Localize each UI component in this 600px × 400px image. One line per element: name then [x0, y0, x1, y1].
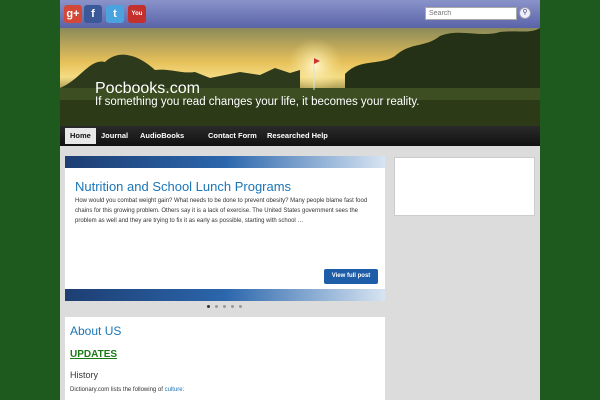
slider-dot[interactable]	[207, 305, 210, 308]
nav-item-audiobooks[interactable]: AudioBooks	[140, 128, 184, 144]
main-nav: Home Journal AudioBooks Contact Form Res…	[60, 126, 540, 146]
top-bar: g+ f t You ⚲	[60, 0, 540, 28]
twitter-icon[interactable]: t	[106, 5, 124, 23]
slider-dot[interactable]	[215, 305, 218, 308]
site-tagline: If something you read changes your life,…	[95, 96, 420, 108]
slider-dot[interactable]	[231, 305, 234, 308]
history-heading: History	[70, 370, 99, 380]
updates-link[interactable]: UPDATES	[70, 349, 117, 360]
post-excerpt: How would you combat weight gain? What n…	[75, 198, 368, 224]
post-title[interactable]: Nutrition and School Lunch Programs	[75, 179, 291, 194]
nav-item-researched-help[interactable]: Researched Help	[267, 128, 328, 144]
google-plus-icon[interactable]: g+	[64, 5, 82, 23]
youtube-icon[interactable]: You	[128, 5, 146, 23]
dictionary-text: Dictionary.com lists the following of cu…	[70, 387, 184, 393]
page-container: g+ f t You ⚲	[60, 0, 540, 400]
sunset-landscape-image	[60, 28, 540, 126]
nav-item-journal[interactable]: Journal	[101, 128, 128, 144]
nav-item-home[interactable]: Home	[65, 128, 96, 144]
featured-slider: Nutrition and School Lunch Programs How …	[65, 156, 385, 301]
facebook-icon[interactable]: f	[84, 5, 102, 23]
nav-item-contact-form[interactable]: Contact Form	[208, 128, 257, 144]
slider-dot[interactable]	[239, 305, 242, 308]
search-icon[interactable]: ⚲	[519, 7, 531, 19]
about-section: About US UPDATES History Dictionary.com …	[65, 317, 385, 400]
sidebar-widget	[394, 157, 535, 216]
header-banner: Pocbooks.com If something you read chang…	[60, 28, 540, 126]
view-full-post-button[interactable]: View full post	[324, 269, 378, 284]
slider-top-bar	[65, 156, 385, 168]
slider-bottom-bar	[65, 289, 385, 301]
culture-link[interactable]: culture:	[165, 387, 185, 393]
slider-dot[interactable]	[223, 305, 226, 308]
dictionary-text-body: Dictionary.com lists the following of	[70, 387, 163, 393]
about-title[interactable]: About US	[70, 324, 121, 338]
search-input[interactable]	[425, 7, 517, 20]
